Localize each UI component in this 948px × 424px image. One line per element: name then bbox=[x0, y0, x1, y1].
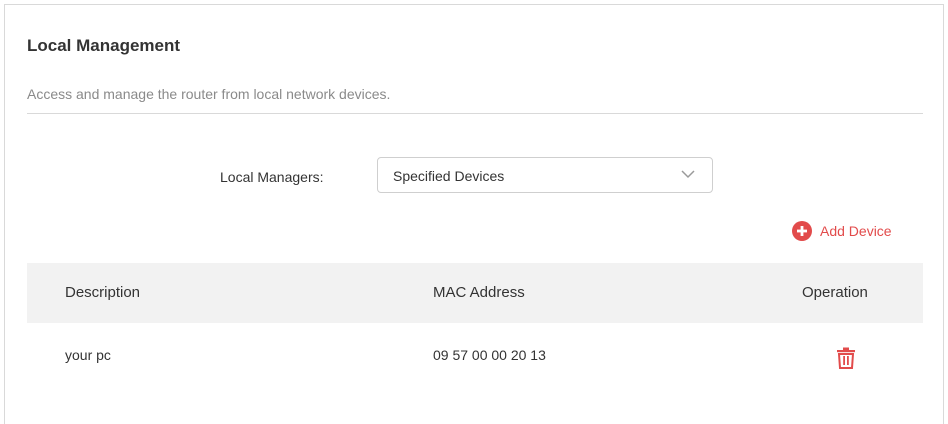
section-description: Access and manage the router from local … bbox=[27, 86, 391, 102]
add-device-label: Add Device bbox=[820, 223, 892, 239]
local-managers-select[interactable]: Specified Devices bbox=[377, 157, 713, 193]
row-description: your pc bbox=[65, 347, 111, 363]
add-device-button[interactable]: Add Device bbox=[792, 220, 892, 242]
divider bbox=[27, 113, 923, 114]
local-managers-selected-value: Specified Devices bbox=[393, 168, 505, 184]
column-header-description: Description bbox=[65, 284, 141, 301]
table-header: Description MAC Address Operation bbox=[27, 263, 923, 323]
local-managers-label: Local Managers: bbox=[220, 169, 324, 185]
plus-circle-icon bbox=[792, 221, 812, 241]
column-header-mac-address: MAC Address bbox=[433, 284, 525, 301]
row-mac-address: 09 57 00 00 20 13 bbox=[433, 347, 546, 363]
chevron-down-icon bbox=[681, 170, 695, 179]
section-title: Local Management bbox=[27, 36, 181, 55]
column-header-operation: Operation bbox=[802, 284, 868, 301]
trash-icon[interactable] bbox=[835, 347, 857, 369]
table-row: your pc 09 57 00 00 20 13 bbox=[27, 323, 923, 393]
